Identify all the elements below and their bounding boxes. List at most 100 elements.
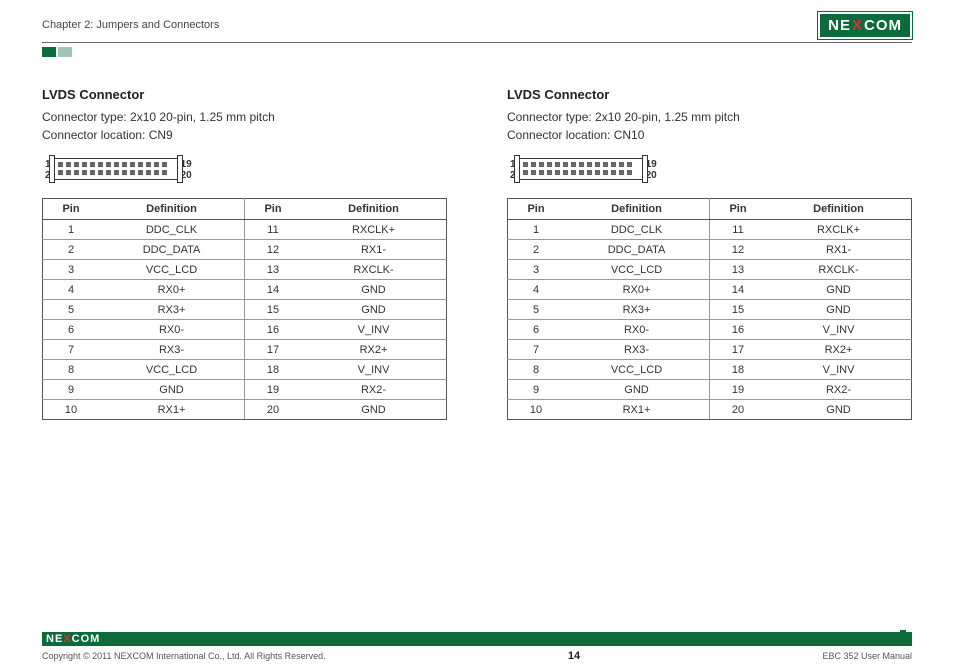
table-row: 6RX0-16V_INV <box>43 320 447 340</box>
cell-pin: 16 <box>244 320 301 340</box>
table-row: 8VCC_LCD18V_INV <box>508 360 912 380</box>
logo-pre: NE <box>828 17 851 34</box>
pin-dot-icon <box>603 162 608 167</box>
pin-dot-icon <box>138 162 143 167</box>
table-row: 3VCC_LCD13RXCLK- <box>508 260 912 280</box>
pin-dot-icon <box>90 170 95 175</box>
cell-definition: VCC_LCD <box>564 260 709 280</box>
footer-logo-post: COM <box>72 633 101 645</box>
cell-pin: 6 <box>508 320 565 340</box>
section-title: LVDS Connector <box>507 87 912 102</box>
pin-dot-icon <box>595 162 600 167</box>
pin-dot-icon <box>619 162 624 167</box>
pin-dot-icon <box>146 162 151 167</box>
pin-dot-icon <box>547 170 552 175</box>
connector-location-line: Connector location: CN9 <box>42 126 447 144</box>
pin-dot-icon <box>154 170 159 175</box>
col-header-definition: Definition <box>564 199 709 220</box>
cell-pin: 14 <box>244 280 301 300</box>
pin-dot-icon <box>74 162 79 167</box>
cell-definition: GND <box>301 300 446 320</box>
cell-pin: 20 <box>244 400 301 420</box>
cell-definition: DDC_DATA <box>99 240 244 260</box>
pinout-table: PinDefinitionPinDefinition1DDC_CLK11RXCL… <box>42 198 447 420</box>
col-header-pin: Pin <box>244 199 301 220</box>
col-header-definition: Definition <box>766 199 911 220</box>
cell-pin: 11 <box>709 220 766 240</box>
footer-decoration <box>900 630 912 636</box>
connector-description: Connector type: 2x10 20-pin, 1.25 mm pit… <box>507 108 912 144</box>
cell-definition: DDC_CLK <box>564 220 709 240</box>
pin-dot-icon <box>555 162 560 167</box>
pin-dot-icon <box>603 170 608 175</box>
header-divider <box>42 42 912 43</box>
col-header-pin: Pin <box>709 199 766 220</box>
cell-definition: DDC_CLK <box>99 220 244 240</box>
table-row: 4RX0+14GND <box>43 280 447 300</box>
table-row: 1DDC_CLK11RXCLK+ <box>508 220 912 240</box>
connector-body-icon <box>519 158 643 180</box>
pin-dot-icon <box>122 162 127 167</box>
cell-pin: 8 <box>43 360 100 380</box>
pinout-table: PinDefinitionPinDefinition1DDC_CLK11RXCL… <box>507 198 912 420</box>
table-row: 6RX0-16V_INV <box>508 320 912 340</box>
pin-dot-icon <box>579 170 584 175</box>
pin-dot-icon <box>571 170 576 175</box>
cell-pin: 15 <box>709 300 766 320</box>
pin-dot-icon <box>98 170 103 175</box>
pin-dot-icon <box>130 162 135 167</box>
pin-dot-icon <box>106 162 111 167</box>
cell-pin: 16 <box>709 320 766 340</box>
brand-logo: NEXCOM <box>818 12 912 39</box>
pin-dot-icon <box>579 162 584 167</box>
pin-dot-icon <box>146 170 151 175</box>
pin-dot-icon <box>619 170 624 175</box>
pin-dot-icon <box>611 162 616 167</box>
cell-pin: 13 <box>709 260 766 280</box>
logo-x: X <box>851 17 864 34</box>
cell-pin: 17 <box>709 340 766 360</box>
connector-type-line: Connector type: 2x10 20-pin, 1.25 mm pit… <box>42 108 447 126</box>
table-row: 9GND19RX2- <box>508 380 912 400</box>
cell-definition: GND <box>766 280 911 300</box>
cell-pin: 19 <box>244 380 301 400</box>
cell-definition: RX2- <box>301 380 446 400</box>
cell-pin: 10 <box>508 400 565 420</box>
cell-definition: RX2+ <box>301 340 446 360</box>
pin-dot-icon <box>66 162 71 167</box>
pin-dot-icon <box>587 162 592 167</box>
doc-name: EBC 352 User Manual <box>822 651 912 661</box>
cell-pin: 2 <box>43 240 100 260</box>
cell-definition: RX0+ <box>564 280 709 300</box>
cell-pin: 6 <box>43 320 100 340</box>
cell-definition: VCC_LCD <box>564 360 709 380</box>
connector-description: Connector type: 2x10 20-pin, 1.25 mm pit… <box>42 108 447 144</box>
cell-definition: GND <box>301 400 446 420</box>
pin-dot-icon <box>162 162 167 167</box>
cell-definition: RXCLK- <box>301 260 446 280</box>
col-header-pin: Pin <box>43 199 100 220</box>
cell-pin: 1 <box>508 220 565 240</box>
footer-logo-x: X <box>63 633 71 645</box>
cell-pin: 9 <box>43 380 100 400</box>
cell-pin: 4 <box>508 280 565 300</box>
pin-dot-icon <box>114 170 119 175</box>
pin-dot-icon <box>627 162 632 167</box>
table-row: 7RX3-17RX2+ <box>43 340 447 360</box>
cell-definition: VCC_LCD <box>99 360 244 380</box>
footer-bar: NEXCOM <box>42 632 912 646</box>
pin-dot-icon <box>523 162 528 167</box>
cell-pin: 17 <box>244 340 301 360</box>
cell-definition: RX3- <box>99 340 244 360</box>
pin-dot-icon <box>122 170 127 175</box>
pin-dot-icon <box>162 170 167 175</box>
pin-dot-icon <box>587 170 592 175</box>
page-number: 14 <box>568 650 580 662</box>
cell-pin: 10 <box>43 400 100 420</box>
pin-dot-icon <box>523 170 528 175</box>
cell-pin: 7 <box>43 340 100 360</box>
table-row: 8VCC_LCD18V_INV <box>43 360 447 380</box>
cell-definition: RXCLK- <box>766 260 911 280</box>
pin-dot-icon <box>130 170 135 175</box>
table-row: 5RX3+15GND <box>43 300 447 320</box>
